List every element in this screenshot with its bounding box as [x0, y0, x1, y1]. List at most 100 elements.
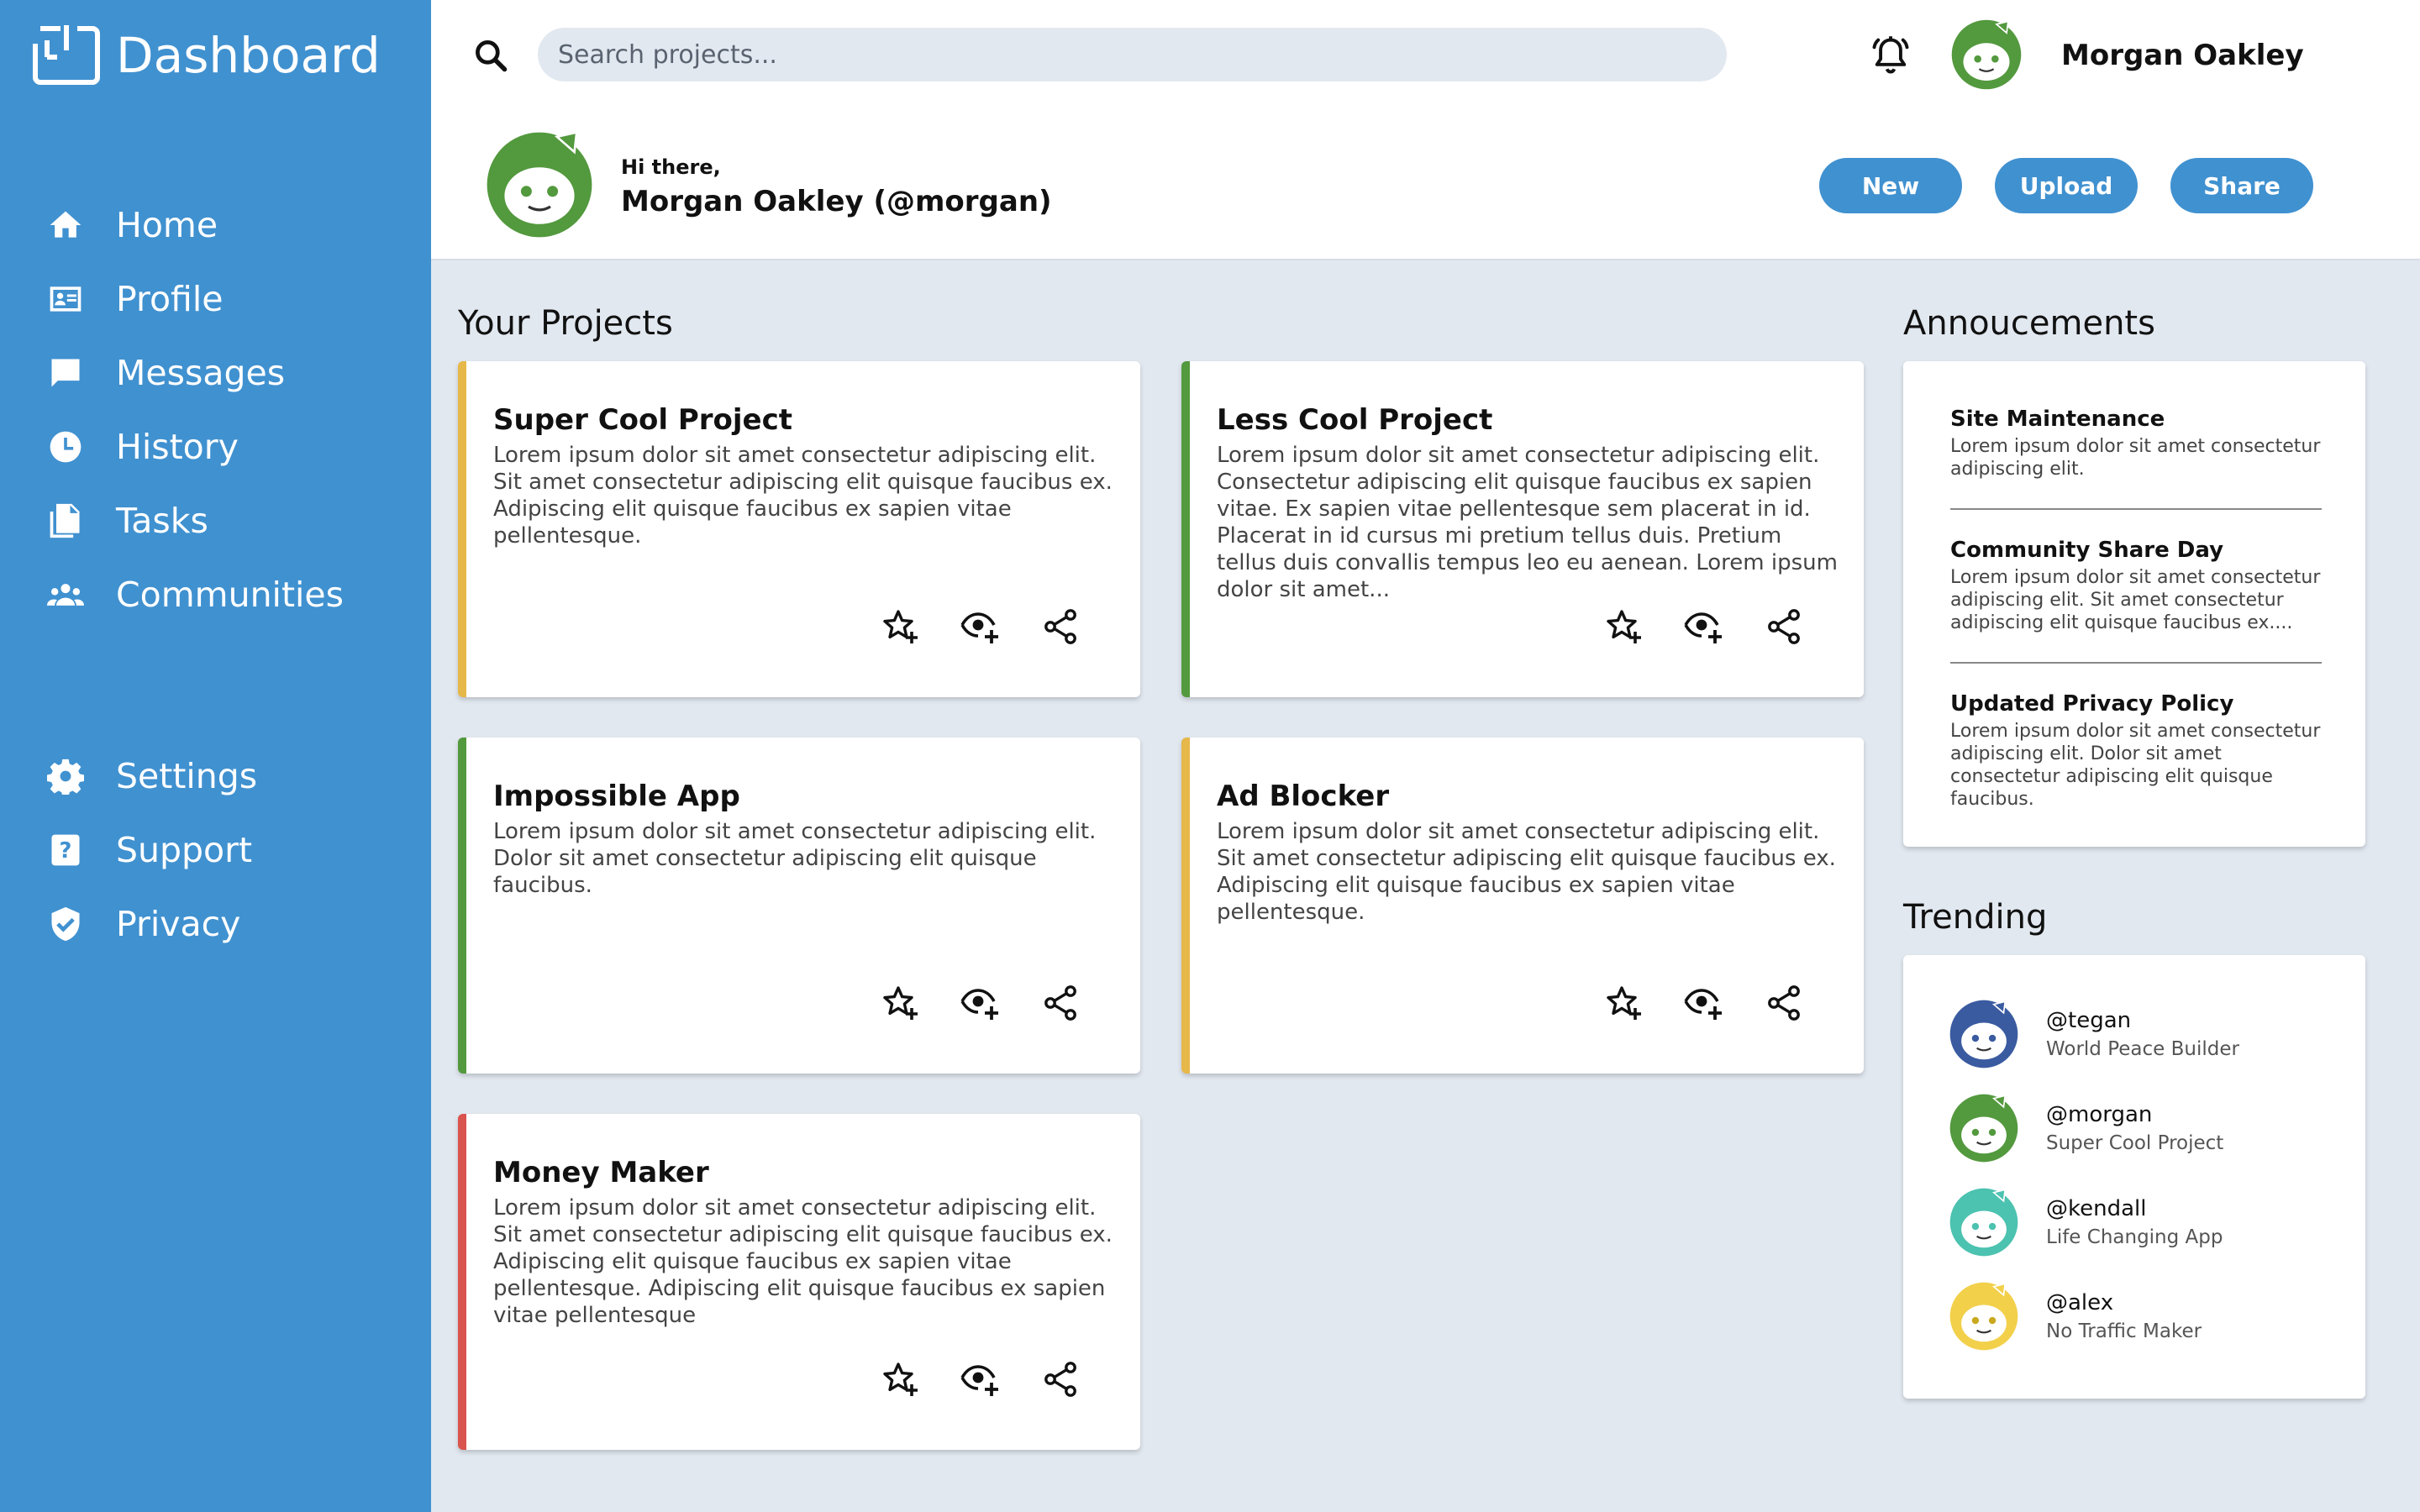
- watch-add-icon[interactable]: [960, 983, 1000, 1023]
- project-description: Lorem ipsum dolor sit amet consectetur a…: [493, 443, 1113, 549]
- sidebar-item-label: Communities: [116, 575, 345, 615]
- group-icon: [47, 584, 84, 606]
- profile-avatar: [487, 130, 592, 238]
- project-title: Ad Blocker: [1217, 780, 1390, 813]
- trending-section-title: Trending: [1903, 898, 2048, 937]
- user-avatar[interactable]: [1950, 18, 2023, 91]
- trending-item[interactable]: @alex No Traffic Maker: [1949, 1281, 2202, 1352]
- star-add-icon[interactable]: [1603, 606, 1644, 647]
- sidebar-item-tasks[interactable]: Tasks: [0, 484, 431, 558]
- announcement-title: Community Share Day: [1950, 538, 2224, 563]
- project-actions: [466, 1359, 1140, 1401]
- announcements-panel: Site Maintenance Lorem ipsum dolor sit a…: [1903, 361, 2365, 847]
- announcement-title: Site Maintenance: [1950, 407, 2165, 432]
- search-input[interactable]: [538, 28, 1727, 81]
- project-title: Super Cool Project: [493, 403, 793, 437]
- share-button[interactable]: Share: [2170, 158, 2313, 213]
- trending-handle: @tegan: [2046, 1008, 2132, 1033]
- star-add-icon[interactable]: [1603, 983, 1644, 1023]
- app-title: Dashboard: [116, 27, 381, 84]
- avatar: [1949, 1094, 2018, 1163]
- project-actions: [466, 983, 1140, 1025]
- trending-handle: @morgan: [2046, 1102, 2153, 1127]
- project-actions: [466, 606, 1140, 648]
- sidebar-item-label: History: [116, 427, 239, 467]
- trending-text: @morgan Super Cool Project: [2046, 1102, 2223, 1154]
- bell-icon[interactable]: [1869, 34, 1912, 77]
- trending-item[interactable]: @kendall Life Changing App: [1949, 1187, 2223, 1257]
- sidebar-item-home[interactable]: Home: [0, 188, 431, 262]
- share-icon[interactable]: [1040, 606, 1081, 647]
- trending-handle: @alex: [2046, 1290, 2114, 1315]
- announcement-item[interactable]: Updated Privacy Policy Lorem ipsum dolor…: [1950, 691, 2322, 811]
- project-actions: [1190, 606, 1864, 648]
- announcements-section-title: Annoucements: [1903, 304, 2155, 343]
- announcement-item[interactable]: Site Maintenance Lorem ipsum dolor sit a…: [1950, 407, 2322, 480]
- trending-project: No Traffic Maker: [2046, 1320, 2202, 1342]
- projects-section-title: Your Projects: [458, 304, 673, 343]
- sidebar-item-profile[interactable]: Profile: [0, 262, 431, 336]
- trending-handle: @kendall: [2046, 1196, 2147, 1221]
- clock-icon: [50, 431, 82, 463]
- announcement-description: Lorem ipsum dolor sit amet consectetur a…: [1950, 721, 2321, 810]
- sidebar-item-label: Support: [116, 830, 253, 870]
- trending-project: Life Changing App: [2046, 1226, 2223, 1248]
- project-card[interactable]: Less Cool Project Lorem ipsum dolor sit …: [1181, 361, 1864, 697]
- announcement-item[interactable]: Community Share Day Lorem ipsum dolor si…: [1950, 538, 2322, 634]
- project-card[interactable]: Ad Blocker Lorem ipsum dolor sit amet co…: [1181, 738, 1864, 1074]
- sidebar-item-privacy[interactable]: Privacy: [0, 887, 431, 961]
- sidebar-item-messages[interactable]: Messages: [0, 336, 431, 410]
- project-description: Lorem ipsum dolor sit amet consectetur a…: [493, 1195, 1113, 1328]
- avatar: [1949, 1000, 2018, 1068]
- announcement-description: Lorem ipsum dolor sit amet consectetur a…: [1950, 567, 2321, 633]
- help-icon: ?: [51, 834, 80, 866]
- project-card[interactable]: Money Maker Lorem ipsum dolor sit amet c…: [458, 1114, 1140, 1450]
- divider: [1950, 508, 2322, 510]
- trending-project: World Peace Builder: [2046, 1038, 2239, 1060]
- sidebar-item-history[interactable]: History: [0, 410, 431, 484]
- avatar: [1949, 1282, 2018, 1351]
- sidebar-item-label: Privacy: [116, 904, 241, 944]
- watch-add-icon[interactable]: [1683, 606, 1723, 647]
- sidebar-item-support[interactable]: ? Support: [0, 813, 431, 887]
- documents-icon: [50, 503, 80, 538]
- watch-add-icon[interactable]: [960, 606, 1000, 647]
- project-title: Impossible App: [493, 780, 740, 813]
- share-icon[interactable]: [1764, 606, 1804, 647]
- trending-item[interactable]: @tegan World Peace Builder: [1949, 999, 2239, 1069]
- project-card[interactable]: Super Cool Project Lorem ipsum dolor sit…: [458, 361, 1140, 697]
- home-icon: [50, 211, 82, 238]
- trending-panel: @tegan World Peace Builder @morgan Super…: [1903, 955, 2365, 1399]
- app-logo[interactable]: Dashboard: [32, 25, 381, 86]
- header: Morgan Oakley Hi there, Morgan Oakley (@…: [431, 0, 2420, 260]
- sidebar-item-communities[interactable]: Communities: [0, 558, 431, 632]
- trending-project: Super Cool Project: [2046, 1132, 2224, 1154]
- share-icon[interactable]: [1040, 1359, 1081, 1399]
- project-description: Lorem ipsum dolor sit amet consectetur a…: [1217, 443, 1838, 602]
- search-icon[interactable]: [472, 37, 509, 74]
- project-card[interactable]: Impossible App Lorem ipsum dolor sit ame…: [458, 738, 1140, 1074]
- sidebar-item-settings[interactable]: Settings: [0, 739, 431, 813]
- header-username[interactable]: Morgan Oakley: [2061, 39, 2304, 72]
- project-actions: [1190, 983, 1864, 1025]
- id-card-icon: [50, 286, 82, 312]
- greeting-label: Hi there,: [621, 155, 721, 179]
- dashboard-logo-icon: [33, 25, 100, 85]
- watch-add-icon[interactable]: [1683, 983, 1723, 1023]
- gear-icon: [47, 759, 84, 795]
- trending-text: @kendall Life Changing App: [2046, 1196, 2223, 1248]
- sidebar-bottom-nav: Settings ? Support Privacy: [0, 739, 431, 961]
- share-icon[interactable]: [1764, 983, 1804, 1023]
- new-button[interactable]: New: [1819, 158, 1962, 213]
- upload-button[interactable]: Upload: [1995, 158, 2138, 213]
- greeting-username: Morgan Oakley (@morgan): [621, 185, 1052, 218]
- share-icon[interactable]: [1040, 983, 1081, 1023]
- star-add-icon[interactable]: [880, 983, 920, 1023]
- star-add-icon[interactable]: [880, 1359, 920, 1399]
- chat-bubble-icon: [51, 359, 80, 387]
- trending-item[interactable]: @morgan Super Cool Project: [1949, 1093, 2223, 1163]
- sidebar-item-label: Messages: [116, 353, 286, 393]
- trending-text: @alex No Traffic Maker: [2046, 1290, 2202, 1342]
- watch-add-icon[interactable]: [960, 1359, 1000, 1399]
- star-add-icon[interactable]: [880, 606, 920, 647]
